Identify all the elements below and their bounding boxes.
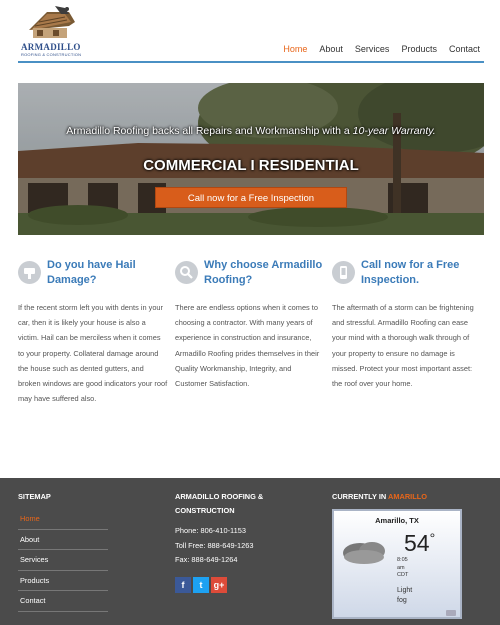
sitemap-list: Home About Services Products Contact [18, 509, 108, 612]
tool-icon [24, 268, 35, 279]
sitemap-item-home[interactable]: Home [18, 509, 108, 530]
nav-item-home[interactable]: Home [283, 44, 307, 54]
feature-icon-circle [18, 261, 41, 284]
fax-number: Fax: 888-649-1264 [175, 555, 238, 564]
hero-headline: Armadillo Roofing backs all Repairs and … [66, 125, 436, 137]
feature-icon-circle [175, 261, 198, 284]
weather-widget[interactable]: Amarillo, TX 54° 8:05 am CDT Light fog [332, 509, 462, 619]
feature-icon-circle [332, 261, 355, 284]
company-heading-line-2: CONSTRUCTION [175, 506, 235, 515]
nav-item-products[interactable]: Products [401, 44, 437, 54]
nav-item-about[interactable]: About [319, 44, 343, 54]
logo-tagline: ROOFING & CONSTRUCTION [21, 52, 82, 57]
degree-symbol: ° [429, 530, 436, 546]
logo-title: ARMADILLO [21, 42, 81, 52]
facebook-icon[interactable]: f [175, 577, 191, 593]
weather-scroll-handle[interactable] [446, 610, 456, 616]
weather-location: Amarillo, TX [375, 516, 419, 525]
search-icon [180, 266, 193, 279]
sitemap-item-about[interactable]: About [18, 530, 108, 550]
contact-info: Phone: 806-410-1153 Toll Free: 888-649-1… [175, 524, 253, 568]
weather-heading: CURRENTLY IN AMARILLO [332, 492, 427, 501]
nav-item-contact[interactable]: Contact [449, 44, 480, 54]
feature-body: The aftermath of a storm can be frighten… [332, 303, 474, 389]
toll-free-number[interactable]: Toll Free: 888-649-1263 [175, 539, 253, 554]
nav-item-services[interactable]: Services [355, 44, 390, 54]
feature-title[interactable]: Do you have Hail Damage? [47, 258, 172, 288]
logo[interactable]: ARMADILLO ROOFING & CONSTRUCTION [21, 4, 82, 57]
feature-body: There are endless options when it comes … [175, 303, 320, 389]
weather-city-highlight: AMARILLO [387, 492, 427, 501]
company-heading-line-1: ARMADILLO ROOFING & [175, 492, 264, 501]
armadillo-roof-logo-icon [29, 6, 75, 38]
social-links: f t g+ [175, 577, 227, 593]
twitter-icon[interactable]: t [193, 577, 209, 593]
google-plus-icon[interactable]: g+ [211, 577, 227, 593]
weather-condition: Light fog [397, 587, 413, 604]
site-footer: SITEMAP Home About Services Products Con… [0, 478, 500, 625]
free-inspection-button[interactable]: Call now for a Free Inspection [155, 187, 347, 208]
phone-number[interactable]: Phone: 806-410-1153 [175, 524, 253, 539]
sitemap-item-contact[interactable]: Contact [18, 591, 108, 612]
hero-subhead: COMMERCIAL I RESIDENTIAL [143, 157, 359, 174]
feature-body: If the recent storm left you with dents … [18, 303, 168, 404]
main-nav: Home About Services Products Contact [271, 44, 480, 54]
feature-title[interactable]: Call now for a Free Inspection. [361, 258, 486, 288]
feature-title[interactable]: Why choose Armadillo Roofing? [204, 258, 329, 288]
sitemap-heading: SITEMAP [18, 492, 51, 501]
hero-banner: Armadillo Roofing backs all Repairs and … [18, 83, 484, 235]
weather-time: 8:05 am CDT [397, 557, 409, 578]
site-header: ARMADILLO ROOFING & CONSTRUCTION Home Ab… [18, 0, 484, 63]
sitemap-item-products[interactable]: Products [18, 571, 108, 591]
sitemap-item-services[interactable]: Services [18, 550, 108, 571]
weather-temperature: 54° [404, 530, 436, 556]
phone-icon [340, 266, 347, 279]
warranty-emphasis: 10-year Warranty. [352, 125, 436, 137]
fog-cloud-icon [343, 542, 385, 564]
